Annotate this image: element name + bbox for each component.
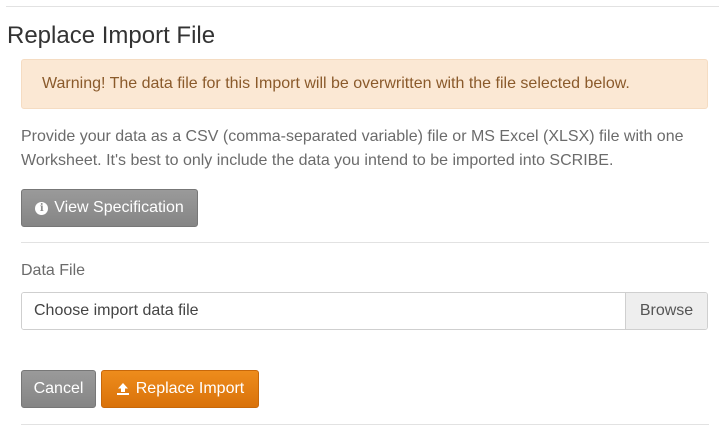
bottom-divider [21, 424, 709, 425]
upload-icon [116, 382, 130, 396]
data-file-input[interactable]: Choose import data file [22, 293, 625, 329]
top-divider [6, 6, 719, 7]
view-specification-button[interactable]: i View Specification [21, 189, 198, 227]
browse-button[interactable]: Browse [625, 293, 707, 329]
replace-import-label: Replace Import [135, 380, 245, 397]
cancel-button[interactable]: Cancel [21, 370, 96, 408]
replace-import-page: Replace Import File Warning! The data fi… [0, 0, 719, 433]
data-file-label: Data File [21, 262, 86, 279]
page-title: Replace Import File [7, 22, 216, 49]
info-circle-icon: i [35, 201, 49, 215]
warning-alert: Warning! The data file for this Import w… [21, 59, 708, 109]
view-specification-label: View Specification [54, 199, 184, 216]
description-text: Provide your data as a CSV (comma-separa… [21, 128, 684, 169]
data-file-input-group: Choose import data file Browse [21, 292, 708, 330]
replace-import-button[interactable]: Replace Import [101, 370, 259, 408]
section-divider [21, 242, 709, 243]
